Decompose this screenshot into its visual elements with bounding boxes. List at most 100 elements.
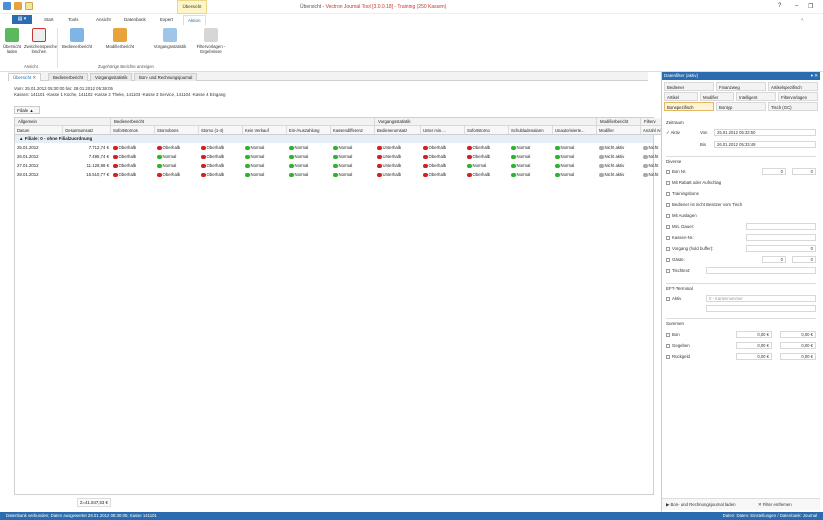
- table-cell[interactable]: Nicht: [641, 144, 663, 152]
- table-cell[interactable]: Oberhalb: [155, 144, 199, 152]
- column-header[interactable]: Kein Verkauf: [243, 126, 287, 135]
- dauer-checkbox[interactable]: Min. Dauer:: [666, 224, 694, 229]
- tab-ansicht[interactable]: Ansicht: [96, 17, 111, 22]
- eft-aktiv-checkbox[interactable]: Aktiv: [666, 296, 681, 301]
- table-cell[interactable]: Normal: [287, 153, 331, 161]
- table-cell[interactable]: Normal: [509, 153, 553, 161]
- table-cell[interactable]: 25.01.2012: [15, 144, 63, 152]
- table-cell[interactable]: Nicht: [641, 171, 663, 179]
- table-cell[interactable]: 11.128,88 €: [63, 162, 111, 170]
- help-icon[interactable]: ?: [778, 3, 781, 9]
- column-header[interactable]: Unautorisierte...: [553, 126, 597, 135]
- summe-bon-from[interactable]: 0,00 €: [736, 331, 772, 338]
- tischtext-checkbox[interactable]: Tischtext:: [666, 268, 690, 273]
- filter-tab-modifier[interactable]: Modifier: [700, 92, 734, 101]
- eft-card-field[interactable]: [706, 305, 816, 312]
- column-header[interactable]: Unter min....: [421, 126, 465, 135]
- kassennr-checkbox[interactable]: Kassen-Nr.:: [666, 235, 694, 240]
- table-cell[interactable]: Normal: [243, 162, 287, 170]
- filiale-filter-button[interactable]: Filiale ▲: [14, 106, 40, 114]
- filter-tab-finanzweg[interactable]: Finanzweg: [716, 82, 766, 91]
- load-overview-button[interactable]: Übersicht laden: [2, 28, 22, 54]
- table-cell[interactable]: Unterhalb: [375, 171, 421, 179]
- table-cell[interactable]: Oberhalb: [155, 171, 199, 179]
- modifier-report-button[interactable]: Modifierbericht: [104, 28, 136, 49]
- column-header[interactable]: Sofortstornos: [111, 126, 155, 135]
- table-cell[interactable]: Oberhalb: [421, 162, 465, 170]
- tab-expert[interactable]: Expert: [160, 17, 173, 22]
- summe-gegeben-to[interactable]: 0,00 €: [780, 342, 816, 349]
- table-cell[interactable]: Oberhalb: [421, 171, 465, 179]
- column-header[interactable]: Kassendifferenz: [331, 126, 375, 135]
- filter-tab-bontyp[interactable]: Bontyp: [716, 102, 766, 111]
- quick-save-icon[interactable]: [14, 2, 22, 10]
- vorgang-field[interactable]: 0: [746, 245, 816, 252]
- column-header[interactable]: Bedienerumsatz: [375, 126, 421, 135]
- statistics-button[interactable]: Vorgangsstatistik: [152, 28, 188, 49]
- table-cell[interactable]: Normal: [331, 153, 375, 161]
- column-header[interactable]: Ein-/Auszahlung: [287, 126, 331, 135]
- table-cell[interactable]: Normal: [553, 162, 597, 170]
- table-cell[interactable]: Nicht aktiv: [597, 144, 641, 152]
- column-header[interactable]: Storno (1-4): [199, 126, 243, 135]
- tab-tools[interactable]: Tools: [68, 17, 79, 22]
- rabatt-checkbox[interactable]: Mit Rabatt oder Aufschlag: [666, 180, 721, 185]
- collapse-ribbon-icon[interactable]: ˄: [801, 17, 804, 22]
- bon-nr-from-field[interactable]: 0: [762, 168, 786, 175]
- table-cell[interactable]: Oberhalb: [199, 153, 243, 161]
- summe-bon-to[interactable]: 0,00 €: [780, 331, 816, 338]
- table-cell[interactable]: Normal: [287, 162, 331, 170]
- table-cell[interactable]: Unterhalb: [375, 144, 421, 152]
- table-cell[interactable]: Normal: [331, 144, 375, 152]
- table-cell[interactable]: Nicht aktiv: [597, 162, 641, 170]
- bon-nr-checkbox[interactable]: Bon Nr.: [666, 169, 686, 174]
- table-cell[interactable]: Oberhalb: [111, 162, 155, 170]
- table-cell[interactable]: Oberhalb: [199, 162, 243, 170]
- dauer-field[interactable]: [746, 223, 816, 230]
- table-cell[interactable]: Normal: [331, 171, 375, 179]
- table-cell[interactable]: Unterhalb: [375, 162, 421, 170]
- filter-tab-bediener[interactable]: Bediener: [664, 82, 714, 91]
- table-cell[interactable]: Normal: [331, 162, 375, 170]
- column-header[interactable]: Gesamtumsatz: [63, 126, 111, 135]
- gaeste-to-field[interactable]: 0: [792, 256, 816, 263]
- minimize-button[interactable]: –: [795, 3, 798, 9]
- table-cell[interactable]: Oberhalb: [111, 153, 155, 161]
- table-cell[interactable]: Normal: [243, 171, 287, 179]
- column-header[interactable]: Anzahl An: [641, 126, 663, 135]
- doc-tab-journal[interactable]: Bon- und Rechnungsjournal: [134, 73, 198, 81]
- table-cell[interactable]: Oberhalb: [111, 144, 155, 152]
- filter-tab-intelligent[interactable]: Intelligent: [736, 92, 776, 101]
- tab-datenbank[interactable]: Datenbank: [124, 17, 146, 22]
- table-cell[interactable]: Normal: [509, 162, 553, 170]
- gaeste-from-field[interactable]: 0: [762, 256, 786, 263]
- summe-rueckgeld-from[interactable]: 0,00 €: [736, 353, 772, 360]
- column-header[interactable]: Modifier: [597, 126, 641, 135]
- load-journal-button[interactable]: ▶ Bon- und Rechnungsjournal laden: [666, 502, 735, 508]
- file-menu-button[interactable]: ▤ ▾: [12, 15, 32, 24]
- zeitraum-aktiv-checkbox[interactable]: ✓ Aktiv: [666, 130, 680, 136]
- table-cell[interactable]: Normal: [287, 171, 331, 179]
- eft-card-select[interactable]: 0 - Kartennummer: [706, 295, 816, 302]
- table-cell[interactable]: Oberhalb: [465, 171, 509, 179]
- table-cell[interactable]: Nicht: [641, 162, 663, 170]
- filter-tab-artikelspezifisch[interactable]: Artikelspezifisch: [768, 82, 818, 91]
- besitzer-checkbox[interactable]: Bediener ist nicht Besitzer vom Tisch: [666, 202, 742, 207]
- tab-aktion[interactable]: Aktion: [183, 15, 206, 25]
- table-cell[interactable]: Normal: [509, 171, 553, 179]
- filter-tab-artikel[interactable]: Artikel: [664, 92, 698, 101]
- table-cell[interactable]: Oberhalb: [465, 153, 509, 161]
- table-cell[interactable]: Oberhalb: [199, 144, 243, 152]
- filter-tab-bonspezifisch[interactable]: Bonspezifisch: [664, 102, 714, 111]
- table-cell[interactable]: Normal: [553, 144, 597, 152]
- summe-gegeben-from[interactable]: 0,00 €: [736, 342, 772, 349]
- column-header[interactable]: Stornobons: [155, 126, 199, 135]
- gaeste-checkbox[interactable]: Gäste:: [666, 257, 685, 262]
- table-cell[interactable]: 27.01.2012: [15, 162, 63, 170]
- table-cell[interactable]: 26.01.2012: [15, 153, 63, 161]
- table-cell[interactable]: Unterhalb: [375, 153, 421, 161]
- summe-rueckgeld-to[interactable]: 0,00 €: [780, 353, 816, 360]
- table-cell[interactable]: Normal: [553, 171, 597, 179]
- table-cell[interactable]: Normal: [509, 144, 553, 152]
- tischtext-field[interactable]: [706, 267, 816, 274]
